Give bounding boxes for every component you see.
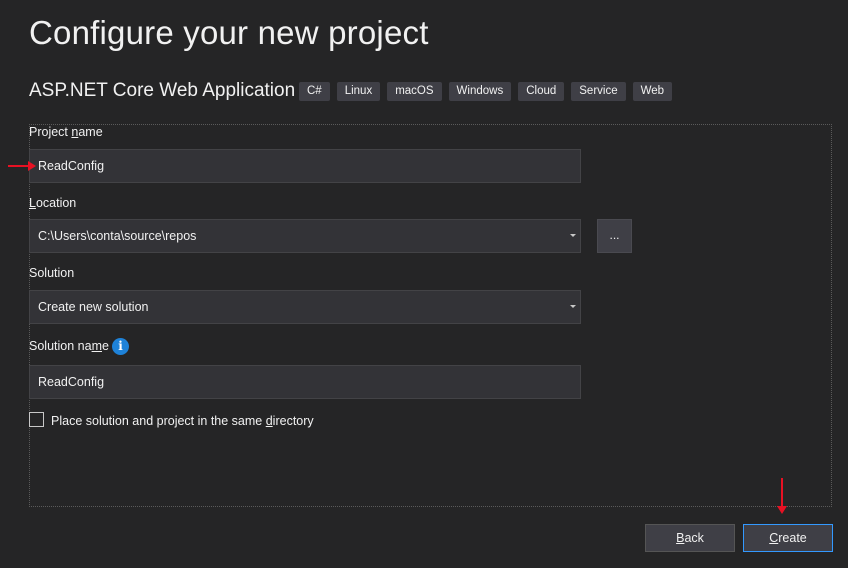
- template-tags: C# Linux macOS Windows Cloud Service Web: [299, 82, 673, 101]
- solution-name-input[interactable]: ReadConfig: [29, 365, 581, 399]
- chevron-down-icon: [570, 234, 576, 237]
- browse-location-button[interactable]: ...: [597, 219, 632, 253]
- project-name-input[interactable]: ReadConfig: [29, 149, 581, 183]
- same-directory-checkbox[interactable]: [29, 412, 44, 427]
- back-button[interactable]: Back: [645, 524, 735, 552]
- solution-label: Solution: [29, 266, 75, 280]
- tag-windows: Windows: [448, 82, 512, 101]
- annotation-arrow-down-icon: [777, 478, 787, 514]
- tag-service: Service: [571, 82, 626, 101]
- project-name-label: Project name: [29, 125, 103, 139]
- same-directory-label[interactable]: Place solution and project in the same d…: [51, 414, 314, 428]
- template-name: ASP.NET Core Web Application: [29, 80, 296, 101]
- create-button[interactable]: Create: [743, 524, 833, 552]
- tag-linux: Linux: [336, 82, 381, 101]
- location-value: C:\Users\conta\source\repos: [38, 229, 197, 243]
- page-title: Configure your new project: [29, 14, 429, 51]
- solution-name-label: Solution name: [29, 339, 109, 353]
- location-label: Location: [29, 196, 77, 210]
- solution-dropdown[interactable]: Create new solution: [29, 290, 581, 324]
- tag-macos: macOS: [387, 82, 442, 101]
- tag-cloud: Cloud: [518, 82, 565, 101]
- tag-web: Web: [632, 82, 673, 101]
- location-combobox[interactable]: C:\Users\conta\source\repos: [29, 219, 581, 253]
- tag-csharp: C#: [299, 82, 330, 101]
- solution-value: Create new solution: [38, 300, 149, 314]
- info-icon[interactable]: i: [112, 338, 129, 355]
- annotation-arrow-right-icon: [8, 161, 36, 171]
- chevron-down-icon: [570, 305, 576, 308]
